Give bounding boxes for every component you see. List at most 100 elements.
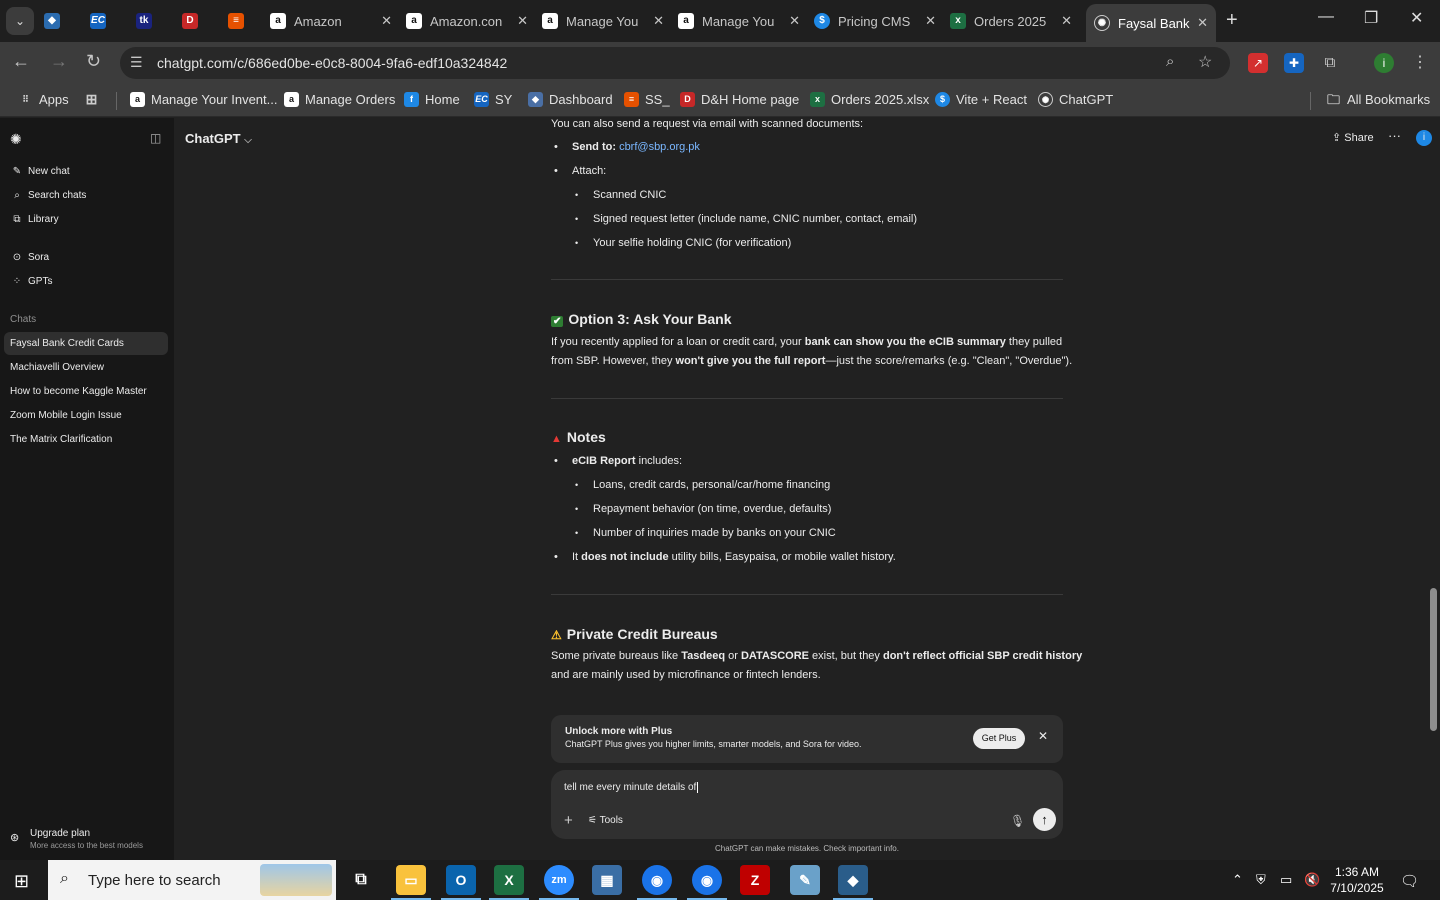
bookmark-label: ChatGPT [1059, 92, 1114, 107]
tab-search-button[interactable]: ⌄ [6, 7, 34, 35]
tools-button[interactable]: ⚟ Tools [588, 815, 623, 826]
back-icon[interactable]: ← [12, 51, 30, 72]
gpts-button[interactable]: ⁘ GPTs [10, 276, 53, 287]
tab-manage-2[interactable]: a Manage You ✕ [678, 6, 808, 36]
attach-plus-icon[interactable]: + [564, 812, 573, 829]
close-icon[interactable]: ✕ [1061, 13, 1072, 29]
get-plus-button[interactable]: Get Plus [973, 728, 1025, 749]
chat-item[interactable]: How to become Kaggle Master [4, 380, 168, 403]
sora-button[interactable]: ⊙ Sora [10, 252, 49, 263]
tab-pinned-2[interactable]: EC [90, 6, 122, 36]
tab-pinned-4[interactable]: D [182, 6, 214, 36]
extension-icon[interactable]: ✚ [1284, 53, 1304, 73]
openai-logo-icon[interactable]: ✺ [10, 131, 22, 148]
menu-kebab-icon[interactable]: ⋮ [1410, 53, 1430, 73]
bookmark-vite-react[interactable]: $ Vite + React [935, 92, 1027, 107]
new-chat-button[interactable]: ✎ New chat [10, 166, 70, 177]
close-icon[interactable]: ✕ [925, 13, 936, 29]
extensions-puzzle-icon[interactable]: ⧉ [1320, 53, 1340, 73]
reload-icon[interactable]: ↻ [86, 51, 101, 72]
close-icon[interactable]: ✕ [789, 13, 800, 29]
bookmark-home[interactable]: f Home [404, 92, 460, 107]
forward-icon[interactable]: → [50, 51, 68, 72]
bookmark-tab-groups[interactable]: ⊞ [84, 92, 105, 107]
zoom-app-icon[interactable]: zm [544, 865, 574, 895]
bookmark-manage-inventory[interactable]: a Manage Your Invent... [130, 92, 277, 107]
upgrade-plan-button[interactable]: ⊛ Upgrade plan More access to the best m… [10, 828, 143, 850]
info-badge-icon[interactable]: i [1416, 130, 1432, 146]
zoom-icon[interactable]: ⌕ [1166, 53, 1174, 70]
chat-item[interactable]: The Matrix Clarification [4, 428, 168, 451]
volume-muted-icon[interactable]: 🔇 [1304, 872, 1320, 888]
tab-orders[interactable]: x Orders 2025 ✕ [950, 6, 1080, 36]
restore-icon[interactable]: ❐ [1364, 8, 1378, 28]
close-icon[interactable]: ✕ [381, 13, 392, 29]
bookmark-ss[interactable]: ≡ SS_ [624, 92, 670, 107]
library-button[interactable]: ⧉ Library [10, 214, 58, 225]
send-button[interactable]: ↑ [1033, 808, 1056, 831]
chat-item[interactable]: Machiavelli Overview [4, 356, 168, 379]
security-icon[interactable]: ⛨ [1256, 872, 1266, 888]
tab-pinned-5[interactable]: ≡ [228, 6, 260, 36]
pdf-extension-icon[interactable]: ↗ [1248, 53, 1268, 73]
close-icon[interactable]: ✕ [1038, 729, 1048, 743]
tab-pinned-1[interactable]: ◆ [44, 6, 76, 36]
notepad-icon[interactable]: ✎ [790, 865, 820, 895]
show-hidden-icons[interactable]: ⌃ [1232, 872, 1243, 888]
bookmark-sy[interactable]: EC SY [474, 92, 512, 107]
chat-item[interactable]: Faysal Bank Credit Cards [4, 332, 168, 355]
paragraph: Some private bureaus like Tasdeeq or DAT… [551, 650, 1082, 662]
bookmark-star-icon[interactable]: ☆ [1198, 52, 1212, 72]
taskbar-search[interactable]: ⌕ Type here to search [48, 860, 336, 900]
share-button[interactable]: ⇪ Share [1332, 131, 1374, 144]
bookmark-manage-orders[interactable]: a Manage Orders [284, 92, 395, 107]
address-bar[interactable]: ☰ chatgpt.com/c/686ed0be-e0c8-8004-9fa6-… [120, 47, 1230, 79]
minimize-icon[interactable]: — [1318, 8, 1334, 26]
new-tab-button[interactable]: + [1226, 9, 1238, 32]
filezilla-icon[interactable]: Z [740, 865, 770, 895]
excel-icon[interactable]: X [494, 865, 524, 895]
bookmark-dh-home[interactable]: D D&H Home page [680, 92, 799, 107]
bookmark-chatgpt[interactable]: ✺ ChatGPT [1038, 92, 1113, 107]
scrollbar-thumb[interactable] [1430, 588, 1437, 731]
chrome-profile-icon[interactable]: ◉ [692, 865, 722, 895]
system-clock[interactable]: 1:36 AM 7/10/2025 [1326, 864, 1388, 896]
task-view-icon[interactable]: ⧉ [346, 865, 376, 895]
message-composer[interactable]: tell me every minute details of + ⚟ Tool… [551, 770, 1063, 839]
bookmark-apps[interactable]: ⠿ Apps [18, 92, 68, 107]
file-explorer-icon[interactable]: ▭ [396, 865, 426, 895]
outlook-icon[interactable]: O [446, 865, 476, 895]
email-link[interactable]: cbrf@sbp.org.pk [619, 141, 700, 153]
tab-pinned-3[interactable]: tk [136, 6, 168, 36]
search-chats-button[interactable]: ⌕ Search chats [10, 190, 86, 201]
all-bookmarks[interactable]: 🗀 All Bookmarks [1326, 92, 1430, 107]
network-icon[interactable]: ▭ [1280, 872, 1292, 888]
tab-label: Amazon.con [430, 13, 503, 29]
prompt-input[interactable]: tell me every minute details of [564, 782, 699, 793]
model-selector[interactable]: ChatGPT ⌵ [185, 131, 252, 146]
site-info-icon[interactable]: ☰ [130, 54, 143, 71]
bookmark-dashboard[interactable]: ◆ Dashboard [528, 92, 613, 107]
microphone-icon[interactable]: 🎙 [1010, 814, 1025, 828]
calculator-icon[interactable]: ▦ [592, 865, 622, 895]
chat-item[interactable]: Zoom Mobile Login Issue [4, 404, 168, 427]
close-icon[interactable]: ✕ [653, 13, 664, 29]
amazon-icon: a [270, 13, 286, 29]
tab-amazon-2[interactable]: a Amazon.con ✕ [406, 6, 536, 36]
tab-manage-1[interactable]: a Manage You ✕ [542, 6, 672, 36]
close-window-icon[interactable]: ✕ [1410, 8, 1423, 28]
windows-start-icon[interactable]: ⊞ [14, 871, 29, 892]
close-icon[interactable]: ✕ [1197, 15, 1208, 31]
notifications-icon[interactable]: 🗨 [1400, 872, 1419, 890]
chrome-icon[interactable]: ◉ [642, 865, 672, 895]
close-icon[interactable]: ✕ [517, 13, 528, 29]
toggle-sidebar-icon[interactable]: ◫ [150, 131, 161, 145]
bookmark-orders-xlsx[interactable]: x Orders 2025.xlsx [810, 92, 929, 107]
text: exist, but they [809, 650, 883, 662]
tab-faysal-bank[interactable]: ✺ Faysal Bank ✕ [1086, 4, 1216, 42]
profile-avatar[interactable]: i [1374, 53, 1394, 73]
tab-pricing[interactable]: $ Pricing CMS ✕ [814, 6, 944, 36]
app-diamond-icon[interactable]: ◆ [838, 865, 868, 895]
tab-amazon-1[interactable]: a Amazon ✕ [270, 6, 400, 36]
more-options-icon[interactable]: ··· [1388, 128, 1401, 143]
